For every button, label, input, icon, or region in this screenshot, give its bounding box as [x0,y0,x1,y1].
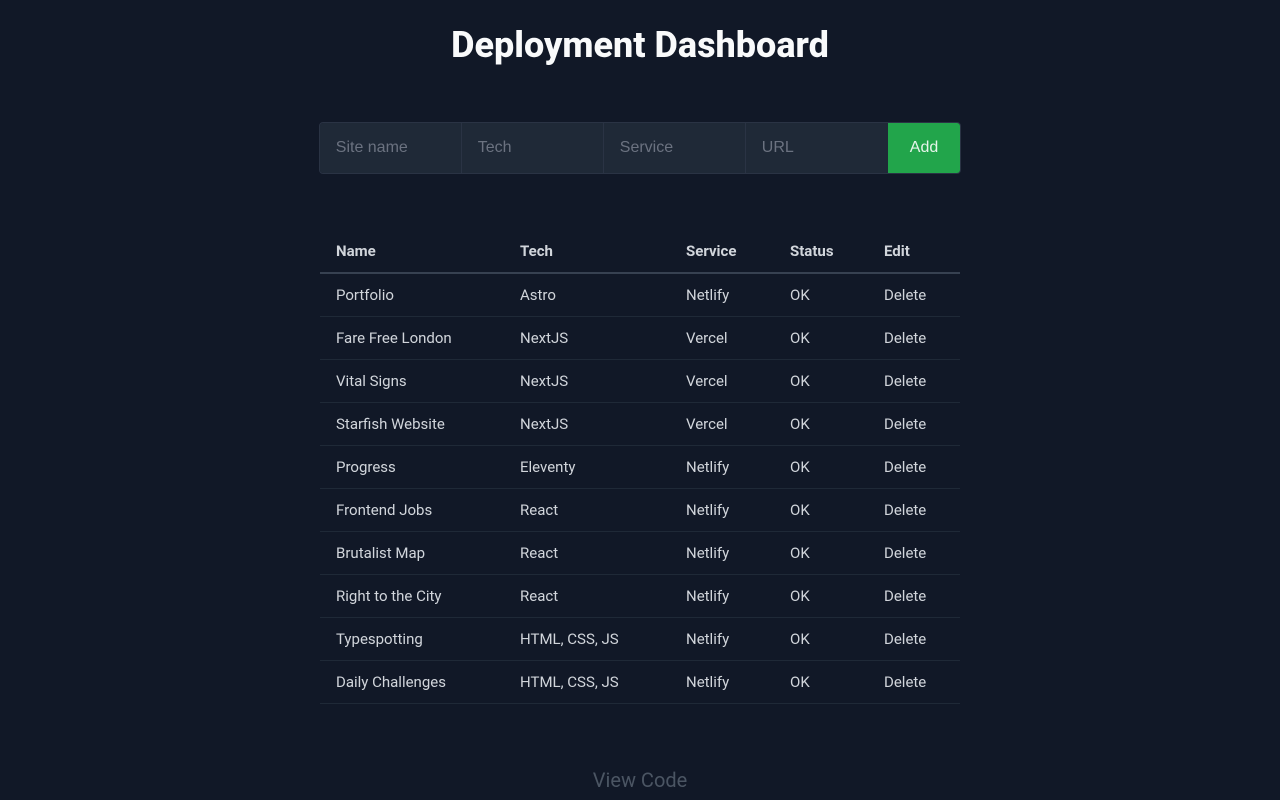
header-edit: Edit [868,230,960,273]
cell-name: Daily Challenges [320,661,504,704]
cell-name: Typespotting [320,618,504,661]
cell-tech: HTML, CSS, JS [504,661,670,704]
tech-input[interactable] [462,123,604,173]
table-row: TypespottingHTML, CSS, JSNetlifyOKDelete [320,618,960,661]
table-row: Brutalist MapReactNetlifyOKDelete [320,532,960,575]
cell-name: Portfolio [320,273,504,317]
cell-name: Fare Free London [320,317,504,360]
cell-service: Netlify [670,446,774,489]
table-row: Right to the CityReactNetlifyOKDelete [320,575,960,618]
cell-service: Netlify [670,618,774,661]
table-row: Frontend JobsReactNetlifyOKDelete [320,489,960,532]
header-status: Status [774,230,868,273]
delete-link[interactable]: Delete [868,618,960,661]
service-input[interactable] [604,123,746,173]
table-row: PortfolioAstroNetlifyOKDelete [320,273,960,317]
delete-link[interactable]: Delete [868,403,960,446]
table-row: Daily ChallengesHTML, CSS, JSNetlifyOKDe… [320,661,960,704]
table-row: Vital SignsNextJSVercelOKDelete [320,360,960,403]
cell-tech: React [504,575,670,618]
site-name-input[interactable] [320,123,462,173]
cell-name: Progress [320,446,504,489]
cell-status: OK [774,317,868,360]
cell-status: OK [774,532,868,575]
header-service: Service [670,230,774,273]
cell-name: Right to the City [320,575,504,618]
deployments-table: Name Tech Service Status Edit PortfolioA… [320,230,960,704]
delete-link[interactable]: Delete [868,575,960,618]
delete-link[interactable]: Delete [868,661,960,704]
cell-tech: Astro [504,273,670,317]
cell-tech: Eleventy [504,446,670,489]
cell-service: Vercel [670,403,774,446]
delete-link[interactable]: Delete [868,273,960,317]
cell-name: Brutalist Map [320,532,504,575]
cell-status: OK [774,489,868,532]
cell-service: Netlify [670,489,774,532]
cell-service: Netlify [670,273,774,317]
delete-link[interactable]: Delete [868,446,960,489]
cell-service: Vercel [670,360,774,403]
cell-tech: HTML, CSS, JS [504,618,670,661]
header-name: Name [320,230,504,273]
cell-status: OK [774,403,868,446]
cell-status: OK [774,273,868,317]
cell-service: Netlify [670,661,774,704]
cell-status: OK [774,575,868,618]
cell-name: Frontend Jobs [320,489,504,532]
cell-tech: NextJS [504,317,670,360]
cell-status: OK [774,360,868,403]
table-row: Starfish WebsiteNextJSVercelOKDelete [320,403,960,446]
url-input[interactable] [746,123,888,173]
delete-link[interactable]: Delete [868,360,960,403]
cell-status: OK [774,446,868,489]
cell-status: OK [774,661,868,704]
table-header-row: Name Tech Service Status Edit [320,230,960,273]
cell-status: OK [774,618,868,661]
cell-service: Netlify [670,575,774,618]
view-code-link[interactable]: View Code [593,768,688,792]
cell-tech: React [504,532,670,575]
cell-service: Vercel [670,317,774,360]
cell-name: Vital Signs [320,360,504,403]
delete-link[interactable]: Delete [868,489,960,532]
delete-link[interactable]: Delete [868,317,960,360]
table-row: ProgressEleventyNetlifyOKDelete [320,446,960,489]
cell-service: Netlify [670,532,774,575]
add-site-form: Add [319,122,961,174]
table-row: Fare Free LondonNextJSVercelOKDelete [320,317,960,360]
header-tech: Tech [504,230,670,273]
cell-tech: React [504,489,670,532]
delete-link[interactable]: Delete [868,532,960,575]
page-title: Deployment Dashboard [451,24,829,66]
cell-name: Starfish Website [320,403,504,446]
cell-tech: NextJS [504,403,670,446]
add-button[interactable]: Add [888,123,960,173]
cell-tech: NextJS [504,360,670,403]
